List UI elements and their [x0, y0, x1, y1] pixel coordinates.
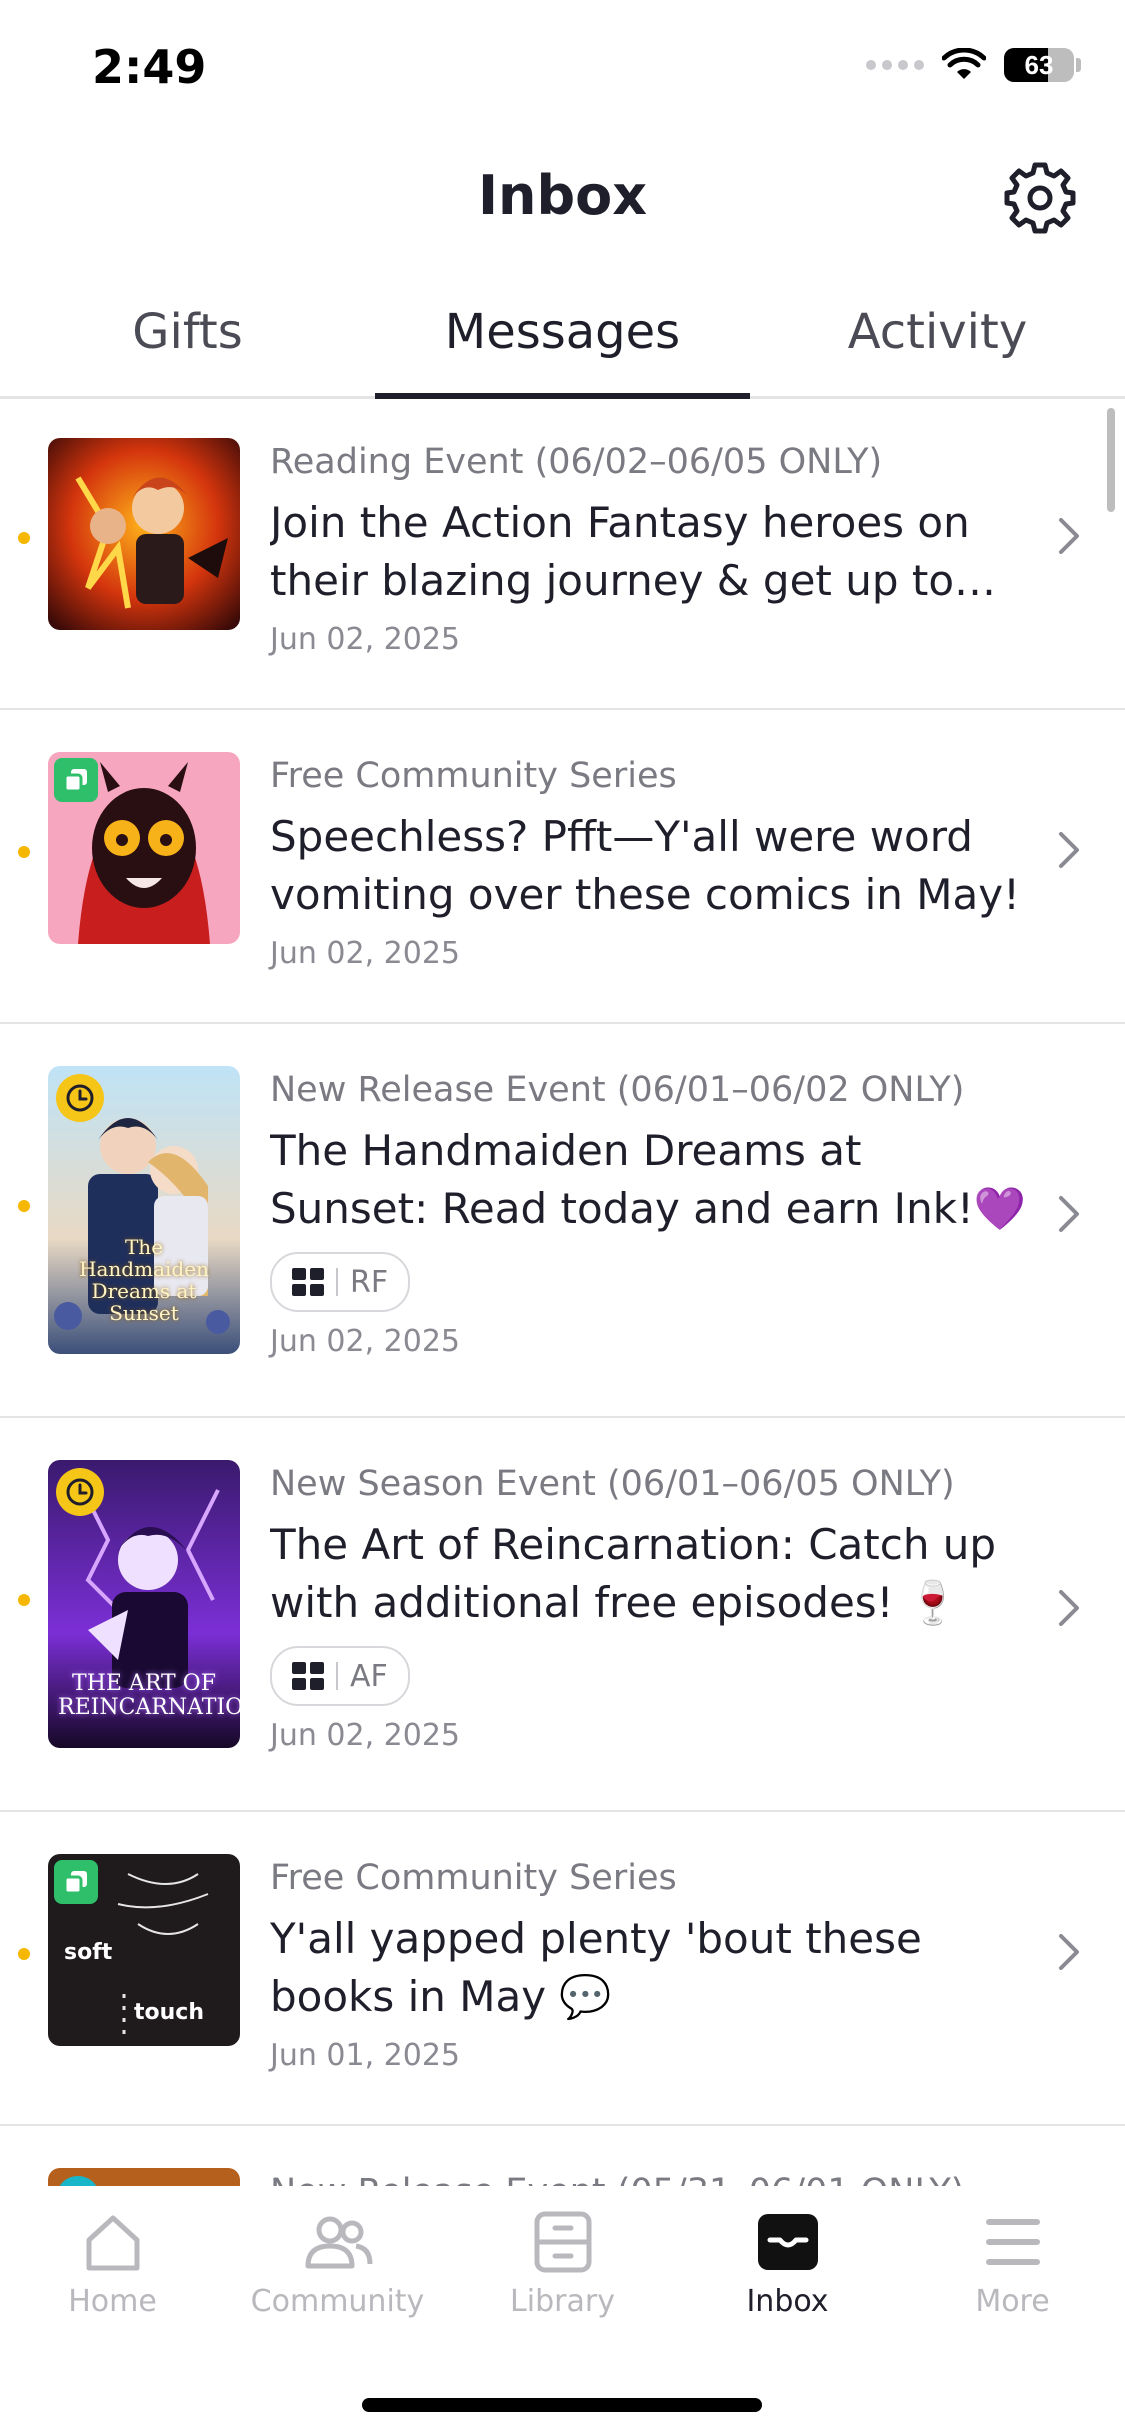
inbox-icon — [757, 2214, 818, 2270]
chevron-right-icon — [1059, 518, 1079, 554]
message-title: Speechless? Pfft—Y'all were word vomitin… — [270, 812, 1020, 919]
message-text: Free Community Series Y'all yapped plent… — [270, 1856, 1030, 2076]
nav-inbox[interactable]: Inbox — [675, 2210, 900, 2319]
chevron-right-icon — [1059, 1934, 1079, 1970]
message-date: Jun 02, 2025 — [270, 622, 461, 657]
message-text: Free Community Series Speechless? Pfft—Y… — [270, 754, 1030, 974]
tab-activity[interactable]: Activity — [750, 288, 1125, 396]
message-category: Free Community Series — [270, 756, 677, 796]
message-title: Y'all yapped plenty 'bout these books in… — [270, 1914, 922, 2021]
grid-icon — [292, 1268, 324, 1296]
message-category: Reading Event (06/02–06/05 ONLY) — [270, 442, 883, 482]
message-text: New Season Event (06/01–06/05 ONLY) The … — [270, 1462, 1030, 1756]
menu-icon — [985, 2219, 1040, 2265]
battery-icon: 63 — [1004, 48, 1074, 82]
message-text: Reading Event (06/02–06/05 ONLY) Join th… — [270, 440, 1030, 660]
battery-percent: 63 — [1024, 49, 1054, 80]
message-category: New Release Event (06/01–06/02 ONLY) — [270, 1070, 965, 1110]
cover-title-touch: touch — [134, 2000, 204, 2025]
message-item[interactable]: The Handmaiden Dreams at Sunset New Rele… — [0, 1024, 1125, 1418]
message-title: Join the Action Fantasy heroes on their … — [270, 498, 970, 605]
time-badge-icon — [56, 2176, 100, 2186]
message-item[interactable]: New Release Event (05/31–06/01 ONLY) — [0, 2126, 1125, 2186]
nav-label: Inbox — [746, 2284, 829, 2319]
message-thumbnail: soft touch — [48, 1854, 240, 2046]
nav-label: More — [975, 2284, 1050, 2319]
nav-label: Community — [250, 2284, 425, 2319]
genre-code: RF — [350, 1264, 389, 1300]
status-time: 2:49 — [92, 40, 207, 94]
message-title: The Handmaiden Dreams at Sunset: Read to… — [270, 1126, 1027, 1233]
battery-tip — [1076, 58, 1081, 72]
unread-dot — [18, 846, 30, 858]
unread-dot — [18, 1948, 30, 1960]
status-icons: 63 — [866, 48, 1081, 82]
genre-code: AF — [350, 1658, 388, 1694]
tab-messages[interactable]: Messages — [375, 288, 750, 396]
tab-bar: Gifts Messages Activity — [0, 288, 1125, 399]
chevron-right-icon — [1059, 832, 1079, 868]
message-thumbnail — [48, 2168, 240, 2186]
scrollbar[interactable] — [1107, 408, 1115, 512]
message-item[interactable]: Free Community Series Speechless? Pfft—Y… — [0, 710, 1125, 1024]
nav-label: Library — [510, 2284, 615, 2319]
message-category: Free Community Series — [270, 1858, 677, 1898]
message-thumbnail — [48, 752, 240, 944]
chevron-right-icon — [1059, 1590, 1079, 1626]
grid-icon — [292, 1662, 324, 1690]
unread-dot — [18, 532, 30, 544]
genre-tag: AF — [270, 1646, 410, 1706]
cover-title: The Handmaiden Dreams at Sunset — [79, 1235, 209, 1325]
message-date: Jun 02, 2025 — [270, 1324, 461, 1359]
unread-dot — [18, 1200, 30, 1212]
people-icon — [305, 2216, 372, 2269]
status-bar: 2:49 63 — [0, 0, 1125, 140]
header: Inbox — [0, 140, 1125, 260]
clock-badge-icon — [56, 1468, 104, 1516]
nav-home[interactable]: Home — [0, 2210, 225, 2319]
message-text: New Release Event (05/31–06/01 ONLY) — [270, 2170, 1030, 2186]
chevron-right-icon — [1059, 1196, 1079, 1232]
message-item[interactable]: soft touch Free Community Series Y'all y… — [0, 1812, 1125, 2126]
gear-icon[interactable] — [1002, 160, 1078, 236]
message-category: New Season Event (06/01–06/05 ONLY) — [270, 1464, 955, 1504]
community-badge-icon — [54, 1860, 98, 1904]
message-thumbnail: THE ART OF REINCARNATION — [48, 1460, 240, 1748]
message-item[interactable]: Reading Event (06/02–06/05 ONLY) Join th… — [0, 396, 1125, 710]
clock-badge-icon — [56, 1074, 104, 1122]
message-list[interactable]: Reading Event (06/02–06/05 ONLY) Join th… — [0, 396, 1125, 2186]
nav-more[interactable]: More — [900, 2210, 1125, 2319]
message-thumbnail: The Handmaiden Dreams at Sunset — [48, 1066, 240, 1354]
library-icon — [534, 2211, 591, 2273]
home-icon — [86, 2215, 139, 2271]
cover-title-soft: soft — [64, 1940, 113, 1965]
message-thumbnail — [48, 438, 240, 630]
cover-title: THE ART OF REINCARNATION — [58, 1671, 240, 1720]
message-title: The Art of Reincarnation: Catch up with … — [270, 1520, 997, 1627]
genre-tag: RF — [270, 1252, 411, 1312]
home-indicator — [362, 2398, 762, 2412]
message-date: Jun 01, 2025 — [270, 2038, 461, 2073]
community-badge-icon — [54, 758, 98, 802]
cellular-signal-icon — [866, 60, 924, 70]
nav-library[interactable]: Library — [450, 2210, 675, 2319]
page-title: Inbox — [477, 164, 648, 227]
message-category: New Release Event (05/31–06/01 ONLY) — [270, 2170, 1030, 2186]
wifi-icon — [942, 48, 986, 79]
nav-label: Home — [68, 2284, 157, 2319]
message-text: New Release Event (06/01–06/02 ONLY) The… — [270, 1068, 1030, 1362]
tab-gifts[interactable]: Gifts — [0, 288, 375, 396]
message-date: Jun 02, 2025 — [270, 1718, 461, 1753]
message-item[interactable]: THE ART OF REINCARNATION New Season Even… — [0, 1418, 1125, 1812]
unread-dot — [18, 1594, 30, 1606]
message-date: Jun 02, 2025 — [270, 936, 461, 971]
nav-community[interactable]: Community — [225, 2210, 450, 2319]
